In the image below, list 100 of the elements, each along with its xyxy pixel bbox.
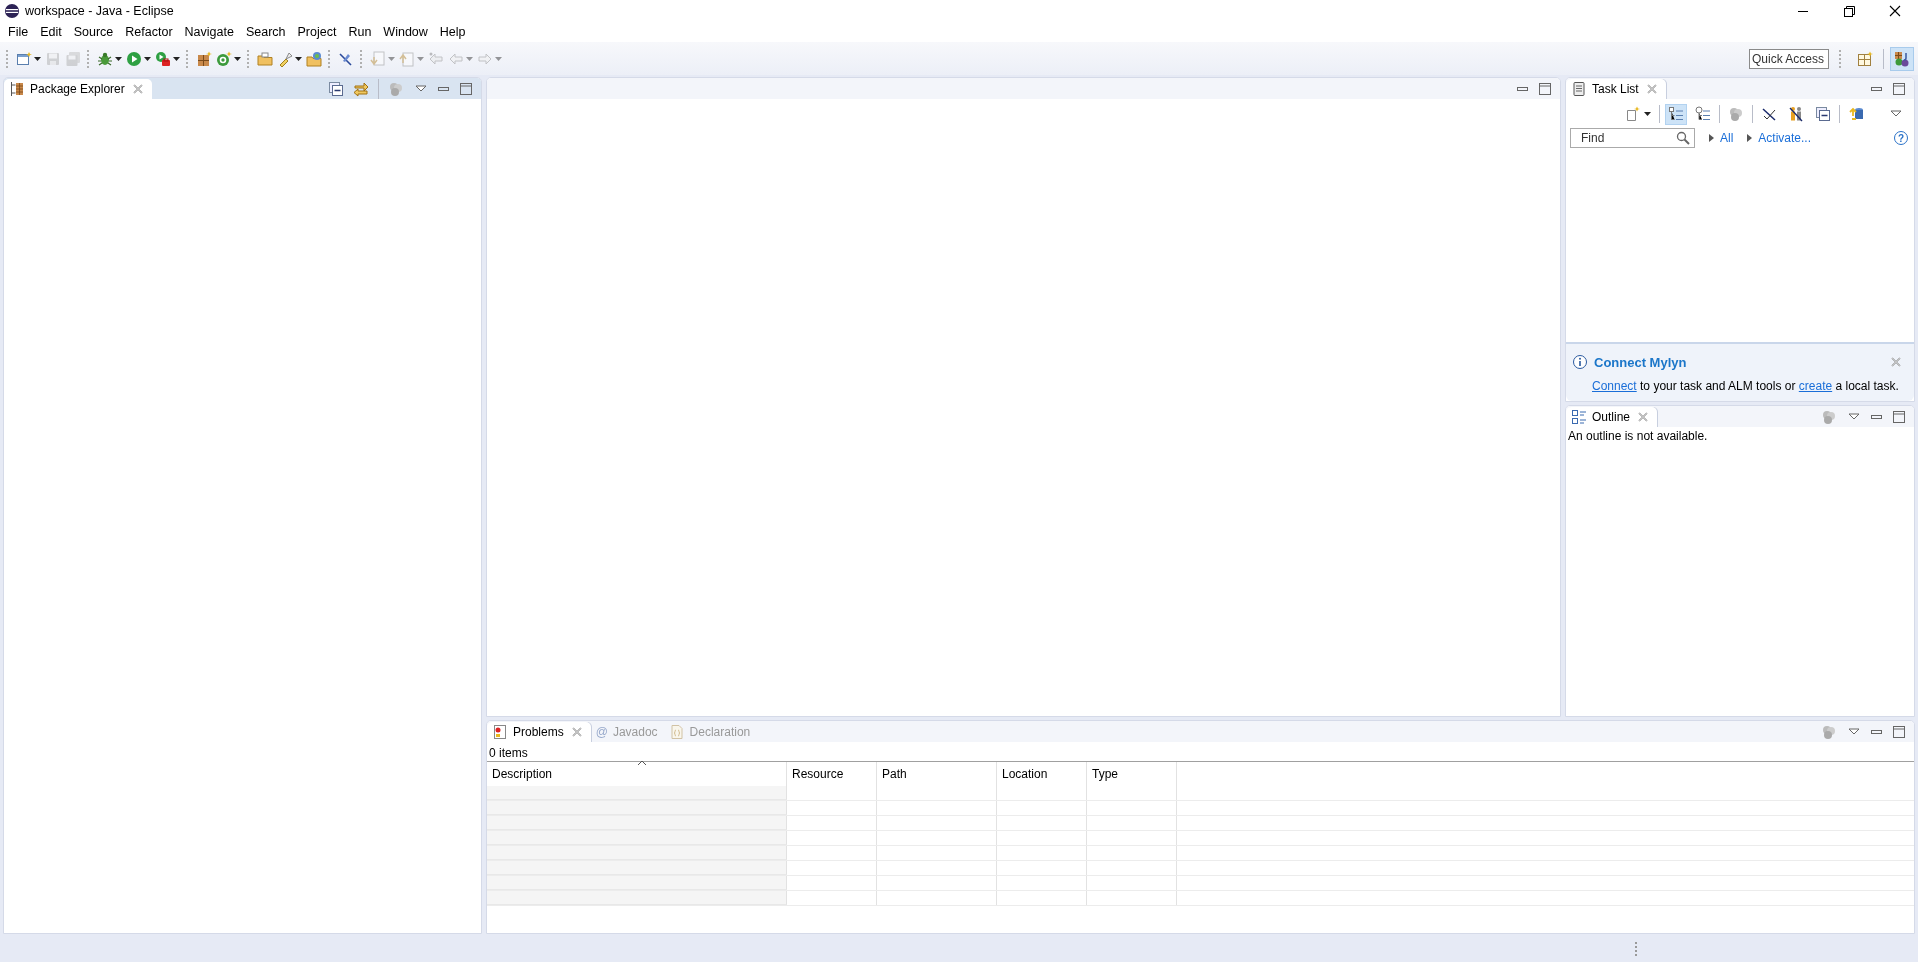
minimize-icon [1517,86,1528,91]
menu-item[interactable]: Navigate [178,22,240,42]
dropdown-arrow-icon [417,56,424,61]
back-arrow-star-icon [428,50,444,67]
link[interactable]: Activate... [1758,131,1812,145]
notification-title: Connect Mylyn [1594,354,1687,370]
collapse-all-icon [328,80,344,97]
eclipse-logo-icon [4,3,20,19]
dropdown-arrow-icon [295,56,302,61]
dropdown-arrow-icon [234,56,241,61]
quick-access-field[interactable]: Quick Access [1749,48,1829,69]
menu-item[interactable]: Search [239,22,292,42]
view-toolbar-button[interactable] [353,80,369,97]
package-tree-icon [9,81,25,97]
minimize-icon [1871,414,1882,419]
menu-item[interactable]: Help [433,22,472,42]
perspective-shapes-icon [1894,50,1910,67]
folder-globe-icon [306,50,322,67]
outline-message: An outline is not available. [1568,429,1709,443]
view-tab[interactable]: Task List [1566,79,1666,99]
view-toolbar-button[interactable] [1891,723,1907,740]
menu-item[interactable]: Project [291,22,343,42]
column-header[interactable]: Path [877,762,997,786]
strikethrough-check-icon [1761,106,1777,122]
people-icon [1788,106,1804,122]
dropdown-arrow-icon [495,56,502,61]
menu-item[interactable]: Window [377,22,434,42]
highlighter-slash-icon [338,50,354,67]
link[interactable]: create [1798,379,1833,393]
sync-database-icon [1848,106,1864,122]
perspective-button[interactable] [1890,46,1914,71]
search-icon [1675,130,1691,146]
menu-item[interactable]: Edit [34,22,68,42]
triangle-icon [1747,134,1753,142]
play-toolbox-icon [155,50,171,67]
view-toolbar-button[interactable] [458,80,474,97]
two-way-arrows-icon [353,80,369,97]
menu-item[interactable]: Source [67,22,120,42]
item-count: 0 items [487,742,1914,762]
floppies-icon [65,50,81,67]
window-title: workspace - Java - Eclipse [25,4,174,18]
circles-icon [1821,723,1837,740]
dropdown-arrow-icon [388,56,395,61]
minimize-icon [438,86,449,91]
column-header[interactable]: Location [997,762,1087,786]
view-tab[interactable]: Problems [487,722,591,742]
minimize-icon [1871,729,1882,734]
link[interactable]: All [1720,131,1734,145]
at-sign-icon: @ [595,725,608,739]
bug-icon [97,50,113,67]
floppy-icon [45,50,61,67]
circles-icon [1821,408,1837,425]
notification-message: Connect to your task and ALM tools or create a local task. [1592,379,1900,393]
scheduled-list-icon [1695,106,1711,122]
minimize-icon [1871,86,1882,91]
dropdown-arrow-icon [34,56,41,61]
page-star-icon [1625,106,1641,122]
info-icon [1572,354,1588,370]
dropdown-arrow-icon [466,56,473,61]
view-tab[interactable]: Package Explorer [4,79,152,99]
restore-icon [1841,3,1857,19]
package-icon [196,50,212,67]
find-field[interactable]: Find [1570,128,1695,148]
dropdown-arrow-icon [115,56,122,61]
flashlight-icon [277,50,293,67]
triangle-icon [1709,134,1714,142]
maximize-icon [1891,408,1907,425]
menu-item[interactable]: Refactor [119,22,179,42]
collapse-all-icon [1815,106,1831,122]
dropdown-arrow-icon [1644,112,1651,116]
categorized-list-icon [1668,106,1684,122]
view-toolbar-button[interactable] [328,80,344,97]
window-plus-icon [1857,50,1873,67]
maximize-icon [1891,80,1907,97]
view-toolbar-button[interactable] [1891,408,1907,425]
maximize-icon [1891,723,1907,740]
dropdown-arrow-icon [173,56,180,61]
view-tab[interactable]: Outline [1566,407,1658,427]
close-icon [1887,3,1903,19]
column-header[interactable]: Type [1087,762,1177,786]
outline-icon [1571,409,1587,425]
menu-item[interactable]: Run [342,22,378,42]
notepad-icon [1571,81,1587,97]
minimize-icon [1798,10,1808,12]
dropdown-arrow-icon [144,56,151,61]
maximize-icon [1537,80,1553,97]
view-toolbar-button[interactable] [1537,80,1553,97]
view-toolbar-button[interactable] [1891,80,1907,97]
circles-icon [1728,106,1744,122]
maximize-icon [458,80,474,97]
link[interactable]: Connect [1592,379,1637,393]
menu-item[interactable]: File [2,22,35,42]
column-header[interactable]: Resource [787,762,877,786]
new-window-icon [16,50,32,67]
folder-icon [257,50,273,67]
problems-icon [492,724,508,740]
play-icon [126,50,142,67]
class-icon [216,50,232,67]
help-button[interactable]: ? [1894,131,1908,145]
circles-icon [388,80,404,97]
